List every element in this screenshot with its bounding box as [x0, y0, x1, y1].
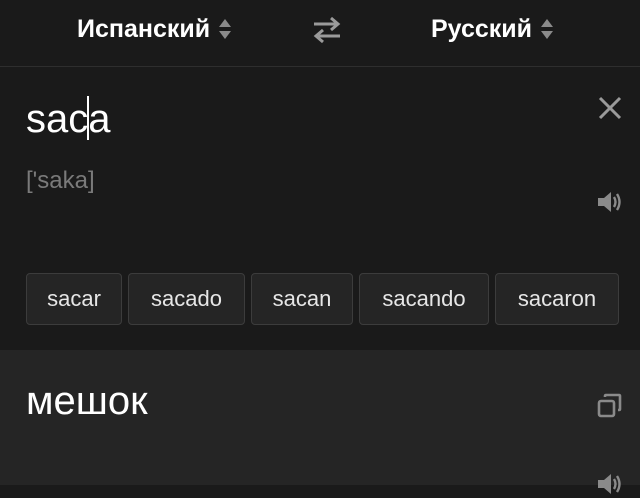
copy-icon[interactable]	[596, 392, 624, 420]
source-language-selector[interactable]: Испанский	[77, 13, 232, 45]
suggestion-chip[interactable]: sacar	[26, 273, 122, 325]
query-text-before-caret: sac	[26, 97, 89, 141]
source-language-label: Испанский	[77, 14, 211, 43]
suggestion-chip[interactable]: sacando	[359, 273, 489, 325]
query-text-after-caret: a	[88, 97, 111, 141]
swap-arrows-icon[interactable]	[310, 14, 344, 46]
speaker-icon[interactable]	[596, 470, 624, 498]
close-icon[interactable]	[596, 94, 624, 122]
target-language-label: Русский	[431, 14, 533, 43]
query-input[interactable]: saca	[26, 95, 111, 143]
speaker-icon[interactable]	[596, 188, 624, 216]
input-panel: saca ['saka] sacar sacado sacan sacando …	[0, 67, 640, 350]
language-bar: Испанский Русский	[0, 0, 640, 67]
suggestion-chip[interactable]: sacaron	[495, 273, 619, 325]
suggestion-chips: sacar sacado sacan sacando sacaron	[26, 273, 619, 325]
suggestion-chip[interactable]: sacado	[128, 273, 245, 325]
target-language-selector[interactable]: Русский	[431, 13, 554, 45]
up-down-triangles-icon	[541, 19, 554, 39]
translation-text: мешок	[26, 379, 148, 423]
up-down-triangles-icon	[219, 19, 232, 39]
transcription-text: ['saka]	[26, 167, 95, 194]
result-panel: мешок	[0, 350, 640, 494]
suggestion-chip[interactable]: sacan	[251, 273, 353, 325]
